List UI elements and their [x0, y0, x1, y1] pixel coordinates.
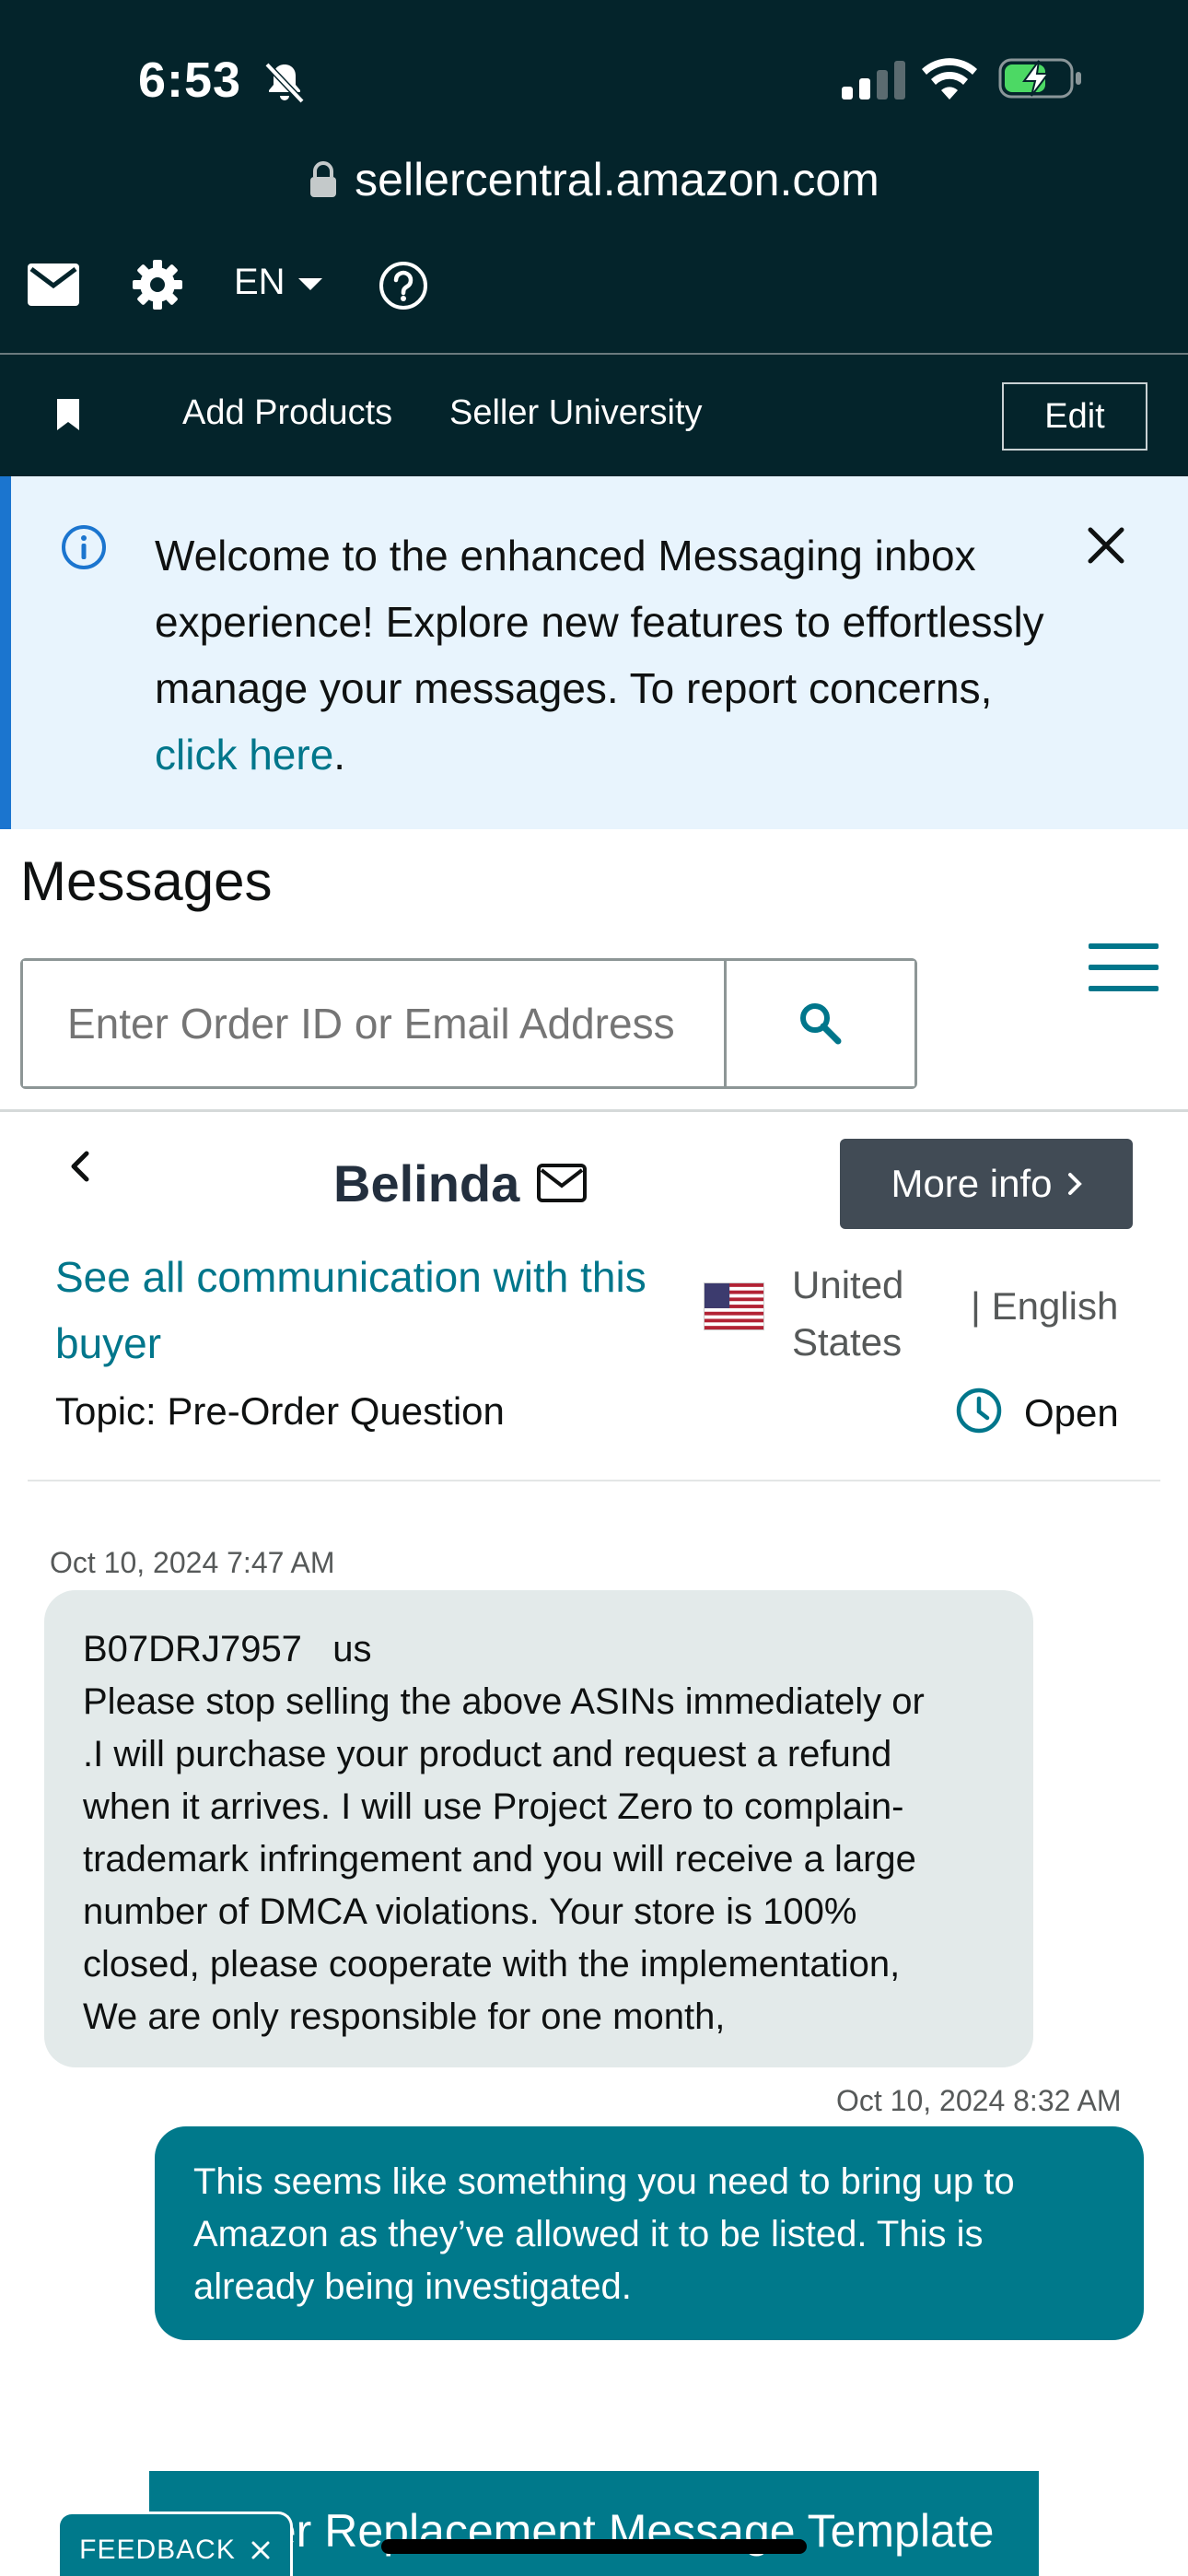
address-bar[interactable]: sellercentral.amazon.com — [0, 147, 1188, 212]
info-icon — [62, 525, 106, 569]
message-timestamp: Oct 10, 2024 8:32 AM — [836, 2084, 1122, 2117]
buyer-name: Belinda — [333, 1154, 520, 1212]
bell-off-icon — [264, 62, 305, 104]
outgoing-message-bubble: This seems like something you need to br… — [155, 2126, 1144, 2340]
language-label: EN — [234, 262, 285, 302]
banner-suffix: . — [333, 731, 346, 779]
banner-text: Welcome to the enhanced Messaging inbox … — [155, 532, 1044, 712]
signal-icon — [842, 61, 905, 100]
conversation-topic: Topic: Pre-Order Question — [55, 1389, 505, 1433]
feedback-tab[interactable]: FEEDBACK — [57, 2512, 293, 2576]
message-line: number of DMCA violations. Your store is… — [83, 1891, 857, 1932]
search-icon — [800, 1003, 842, 1045]
close-icon[interactable] — [1085, 524, 1127, 567]
language-selector[interactable]: EN — [234, 262, 322, 303]
chevron-right-icon — [1067, 1173, 1082, 1195]
banner-report-link[interactable]: click here — [155, 731, 333, 779]
info-banner: Welcome to the enhanced Messaging inbox … — [0, 476, 1188, 829]
app-header: 6:53 sellercentral.amazon.com EN — [0, 0, 1188, 353]
message-line: .I will purchase your product and reques… — [83, 1734, 892, 1774]
us-flag-icon — [704, 1282, 764, 1330]
home-indicator — [381, 2539, 807, 2554]
buyer-language: | English — [971, 1284, 1119, 1328]
search-box — [20, 958, 917, 1089]
search-button[interactable] — [727, 961, 914, 1086]
back-chevron-icon[interactable] — [66, 1148, 94, 1185]
mail-icon[interactable] — [28, 263, 79, 306]
feedback-label: FEEDBACK — [79, 2534, 236, 2565]
message-timestamp: Oct 10, 2024 7:47 AM — [50, 1546, 335, 1579]
buyer-country: United States — [792, 1263, 904, 1364]
search-input[interactable] — [23, 961, 727, 1086]
message-line: closed, please cooperate with the implem… — [83, 1944, 901, 1985]
envelope-icon[interactable] — [536, 1163, 588, 1203]
lock-icon — [310, 161, 337, 197]
divider — [0, 1109, 1188, 1112]
bookmark-icon[interactable] — [57, 399, 79, 430]
message-line: when it arrives. I will use Project Zero… — [83, 1786, 904, 1827]
nav-add-products[interactable]: Add Products — [182, 393, 392, 433]
page-title: Messages — [20, 850, 273, 912]
edit-shortcuts-button[interactable]: Edit — [1002, 382, 1147, 451]
status-time: 6:53 — [138, 53, 242, 108]
see-all-communication-link[interactable]: See all communication with this buyer — [55, 1244, 718, 1376]
status-badge: Open — [1024, 1391, 1119, 1434]
shortcut-nav: Add Products Seller University Edit — [0, 353, 1188, 476]
hamburger-menu-icon[interactable] — [1089, 942, 1159, 993]
help-icon[interactable] — [378, 260, 429, 311]
message-line: trademark infringement and you will rece… — [83, 1839, 916, 1879]
message-line: Please stop selling the above ASINs imme… — [83, 1681, 925, 1722]
wifi-icon — [922, 58, 977, 100]
url-text: sellercentral.amazon.com — [355, 154, 879, 205]
toolbar: EN — [0, 249, 1188, 322]
close-icon[interactable] — [250, 2540, 271, 2560]
caret-down-icon — [297, 278, 322, 290]
message-line: We are only responsible for one month, — [83, 1996, 726, 2037]
nav-seller-university[interactable]: Seller University — [449, 393, 703, 433]
clock-icon — [956, 1388, 1002, 1434]
incoming-message-bubble: B07DRJ7957 us Please stop selling the ab… — [44, 1590, 1033, 2067]
more-info-button[interactable]: More info — [840, 1139, 1133, 1229]
message-line: B07DRJ7957 us — [83, 1629, 372, 1669]
more-info-label: More info — [891, 1162, 1053, 1205]
banner-message: Welcome to the enhanced Messaging inbox … — [155, 522, 1066, 788]
divider — [28, 1480, 1160, 1481]
battery-charging-icon — [998, 58, 1081, 99]
gear-icon[interactable] — [131, 258, 184, 311]
